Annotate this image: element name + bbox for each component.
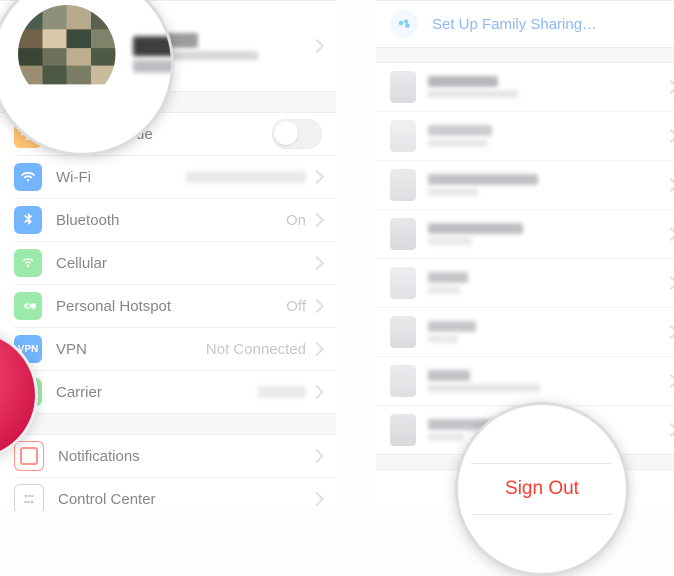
wifi-icon — [14, 163, 42, 191]
sign-out-button-zoom[interactable]: Sign Out — [472, 463, 612, 515]
device-thumbnail — [390, 120, 416, 152]
tutorial-magnifier-signout: Sign Out — [455, 402, 629, 576]
hotspot-row[interactable]: Personal Hotspot Off — [14, 284, 336, 327]
device-thumbnail — [390, 414, 416, 446]
carrier-label: Carrier — [56, 384, 258, 401]
cellular-icon — [14, 249, 42, 277]
device-name-block — [428, 171, 674, 199]
carrier-value — [258, 383, 306, 401]
device-row[interactable] — [376, 258, 674, 307]
chevron-right-icon — [310, 256, 324, 270]
bluetooth-row[interactable]: Bluetooth On — [14, 198, 336, 241]
notifications-icon — [14, 441, 44, 471]
chevron-right-icon — [310, 213, 324, 227]
hotspot-icon — [14, 292, 42, 320]
chevron-right-icon — [310, 39, 324, 53]
bluetooth-value: On — [286, 212, 306, 229]
device-thumbnail — [390, 316, 416, 348]
bluetooth-label: Bluetooth — [56, 212, 286, 229]
chevron-right-icon — [310, 170, 324, 184]
vpn-value: Not Connected — [206, 341, 306, 358]
family-sharing-label: Set Up Family Sharing… — [432, 16, 597, 33]
control-center-label: Control Center — [58, 491, 312, 508]
device-name-block — [428, 318, 674, 346]
chevron-right-icon — [310, 299, 324, 313]
airplane-mode-toggle[interactable] — [272, 119, 322, 149]
notifications-row[interactable]: Notifications — [0, 435, 336, 477]
device-name-block — [428, 269, 674, 297]
device-thumbnail — [390, 218, 416, 250]
chevron-right-icon — [310, 449, 324, 463]
device-row[interactable] — [376, 209, 674, 258]
wifi-label: Wi-Fi — [56, 169, 186, 186]
control-center-icon — [14, 484, 44, 511]
device-name-block — [428, 220, 674, 248]
device-thumbnail — [390, 267, 416, 299]
device-thumbnail — [390, 71, 416, 103]
wifi-row[interactable]: Wi-Fi — [14, 155, 336, 198]
chevron-right-icon — [310, 342, 324, 356]
vpn-row[interactable]: VPN VPN Not Connected — [14, 327, 336, 370]
device-name-block — [428, 122, 674, 150]
device-row[interactable] — [376, 160, 674, 209]
profile-avatar-zoom — [18, 5, 116, 103]
vpn-label: VPN — [56, 341, 206, 358]
device-name-block — [428, 367, 674, 395]
device-row[interactable] — [376, 111, 674, 160]
chevron-right-icon — [310, 492, 324, 506]
sign-out-label-zoom: Sign Out — [505, 478, 579, 499]
chevron-right-icon — [310, 385, 324, 399]
family-sharing-icon — [390, 10, 418, 38]
carrier-row[interactable]: Carrier — [14, 370, 336, 413]
family-sharing-row[interactable]: Set Up Family Sharing… — [376, 1, 674, 47]
device-row[interactable] — [376, 63, 674, 111]
cellular-row[interactable]: Cellular — [14, 241, 336, 284]
device-name-block — [428, 73, 674, 101]
device-row[interactable] — [376, 307, 674, 356]
control-center-row[interactable]: Control Center — [14, 477, 336, 511]
wifi-value — [186, 168, 306, 186]
cellular-label: Cellular — [56, 255, 312, 272]
device-row[interactable] — [376, 356, 674, 405]
hotspot-value: Off — [286, 298, 306, 315]
notifications-label: Notifications — [58, 448, 312, 465]
bluetooth-icon — [14, 206, 42, 234]
device-thumbnail — [390, 365, 416, 397]
device-thumbnail — [390, 169, 416, 201]
hotspot-label: Personal Hotspot — [56, 298, 286, 315]
